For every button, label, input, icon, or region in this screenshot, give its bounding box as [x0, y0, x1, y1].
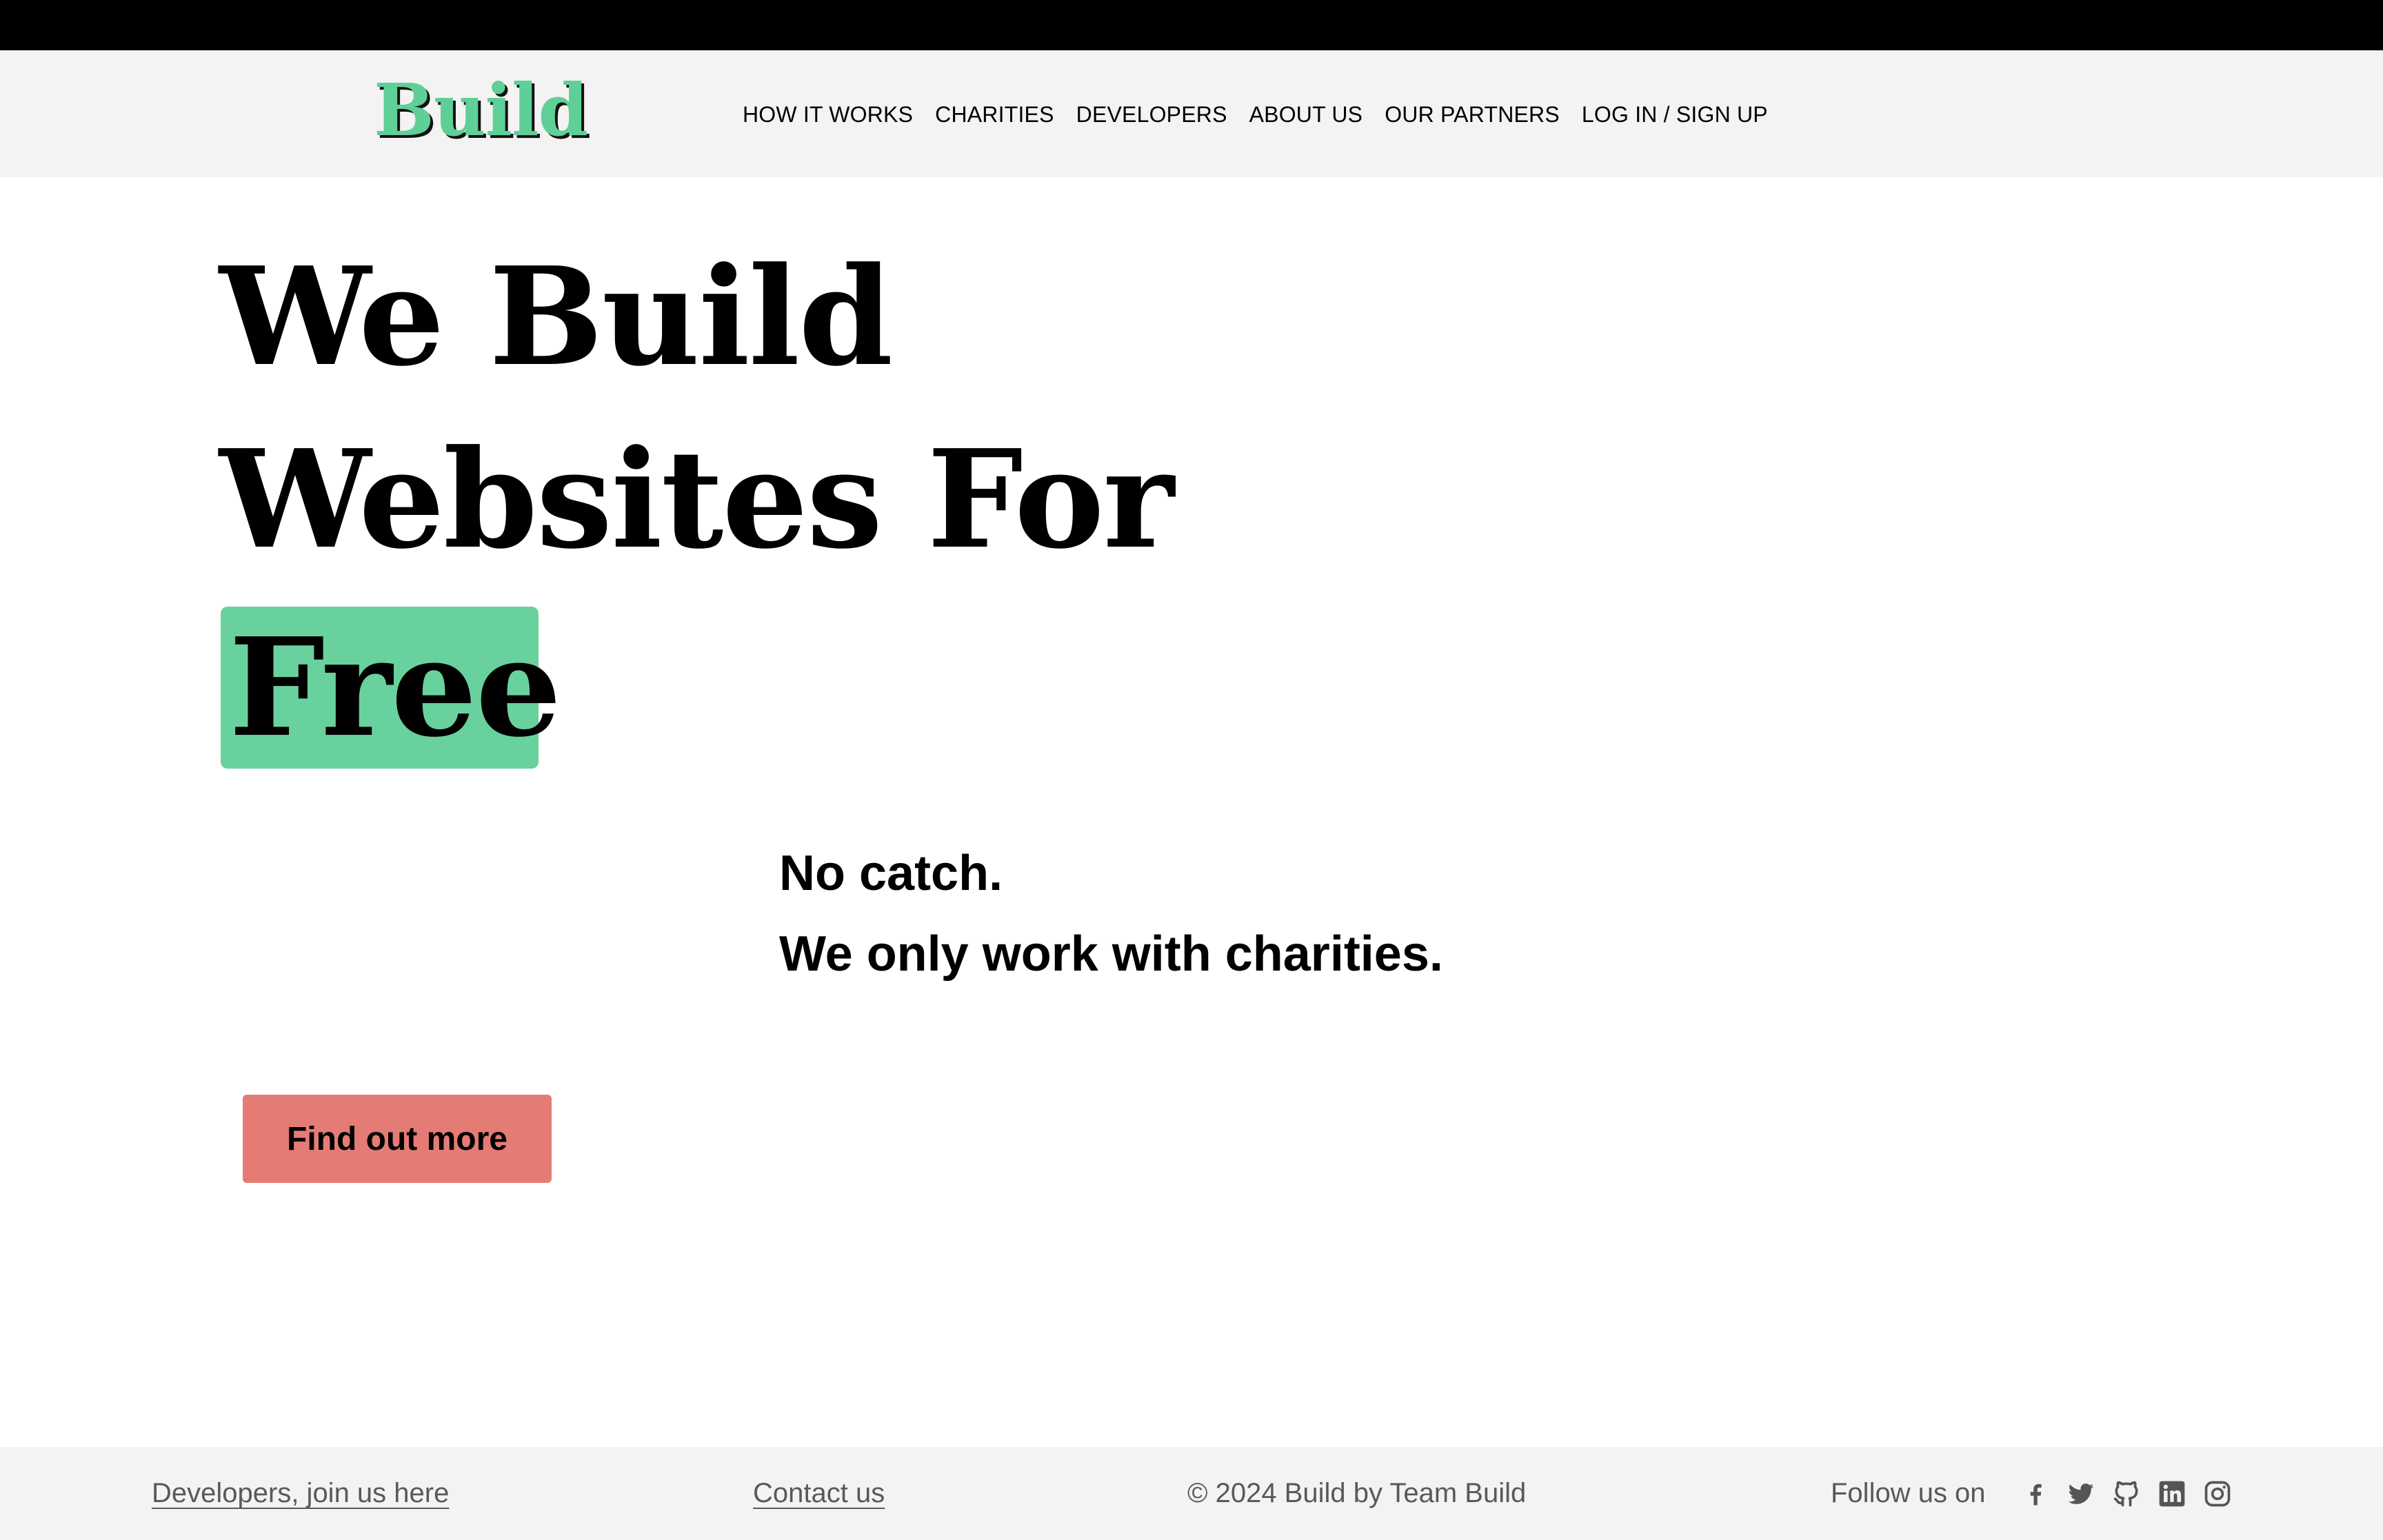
- instagram-icon[interactable]: [2202, 1479, 2233, 1509]
- contact-us-link[interactable]: Contact us: [753, 1475, 885, 1511]
- copyright-text: © 2024 Build by Team Build: [1187, 1478, 1527, 1508]
- github-icon[interactable]: [2111, 1479, 2142, 1509]
- hero-heading-line-2: Websites For: [219, 421, 1174, 579]
- nav-how-it-works[interactable]: HOW IT WORKS: [743, 101, 913, 128]
- nav-developers[interactable]: DEVELOPERS: [1076, 101, 1227, 128]
- nav-login-signup[interactable]: LOG IN / SIGN UP: [1582, 101, 1768, 128]
- nav-charities[interactable]: CHARITIES: [935, 101, 1054, 128]
- find-out-more-button[interactable]: Find out more: [243, 1095, 552, 1183]
- hero-heading-highlight: Free: [229, 609, 561, 767]
- linkedin-icon[interactable]: [2157, 1479, 2187, 1509]
- site-logo[interactable]: Build: [374, 69, 588, 152]
- twitter-icon[interactable]: [2066, 1479, 2096, 1509]
- developers-join-link[interactable]: Developers, join us here: [152, 1475, 449, 1511]
- social-links: [2020, 1479, 2233, 1509]
- follow-us-label: Follow us on: [1831, 1478, 1986, 1508]
- main-nav: HOW IT WORKS CHARITIES DEVELOPERS ABOUT …: [743, 101, 1790, 128]
- hero-subtitle-2: We only work with charities.: [779, 926, 1443, 982]
- top-black-bar: [0, 0, 2383, 50]
- nav-our-partners[interactable]: OUR PARTNERS: [1385, 101, 1560, 128]
- nav-about-us[interactable]: ABOUT US: [1249, 101, 1363, 128]
- hero-heading-line-1: We Build: [219, 238, 893, 396]
- facebook-icon[interactable]: [2020, 1479, 2051, 1509]
- hero-subtitle-1: No catch.: [779, 846, 1003, 901]
